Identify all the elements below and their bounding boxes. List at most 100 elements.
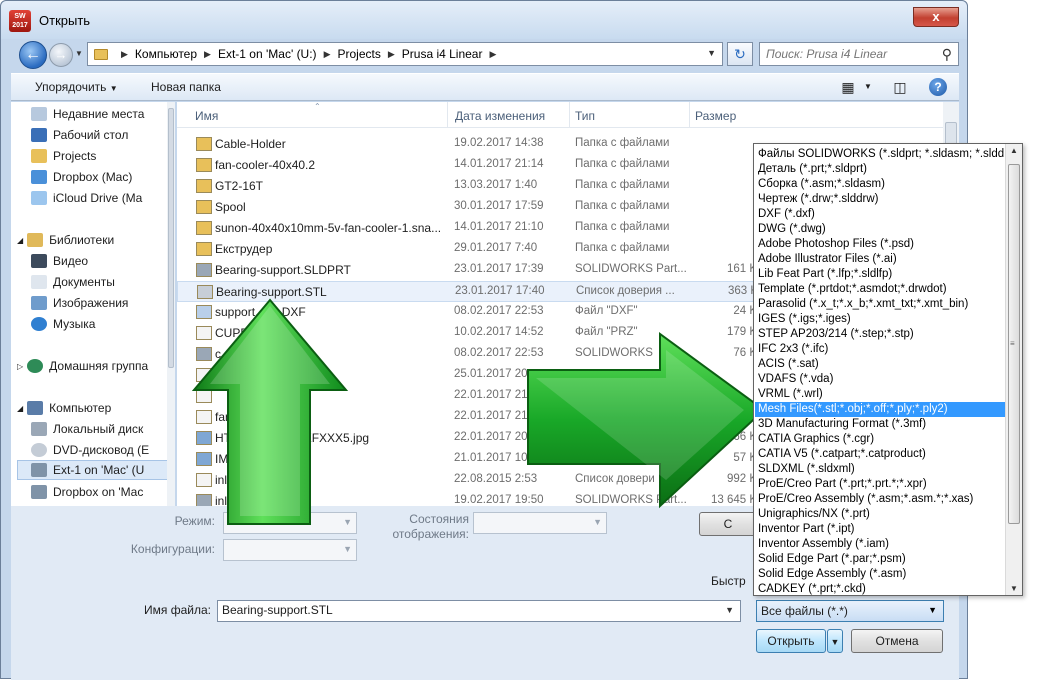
sidebar-item-projects[interactable]: Projects (31, 146, 174, 166)
filetype-option[interactable]: Inventor Assembly (*.iam) (758, 537, 1004, 552)
search-input[interactable] (764, 45, 932, 63)
breadcrumb-item[interactable]: Projects (337, 47, 380, 61)
search-box[interactable]: ⚲ (759, 42, 959, 66)
cancel-button[interactable]: Отмена (851, 629, 943, 653)
filetype-option[interactable]: Unigraphics/NX (*.prt) (758, 507, 1004, 522)
scroll-up-icon[interactable]: ▲ (1010, 146, 1018, 155)
sidebar-item-desktop[interactable]: Рабочий стол (31, 125, 174, 145)
scroll-down-icon[interactable]: ▼ (1010, 584, 1018, 593)
new-folder-button[interactable]: Новая папка (151, 80, 221, 94)
sidebar-item-libraries[interactable]: ◢ Библиотеки (17, 230, 174, 250)
filetype-option[interactable]: Lib Feat Part (*.lfp;*.sldlfp) (758, 267, 1004, 282)
filetype-option[interactable]: SLDXML (*.sldxml) (758, 462, 1004, 477)
sidebar-item-ext1[interactable]: Ext-1 on 'Mac' (U (17, 460, 174, 480)
chevron-right-icon[interactable]: ▶ (121, 49, 128, 60)
chevron-right-icon[interactable]: ▶ (324, 49, 331, 60)
filetype-option[interactable]: CATIA Graphics (*.cgr) (758, 432, 1004, 447)
sidebar-item-dvd[interactable]: DVD-дисковод (E (31, 440, 174, 460)
column-divider[interactable] (569, 102, 570, 128)
filetype-option[interactable]: ACIS (*.sat) (758, 357, 1004, 372)
column-header-type[interactable]: Тип (575, 109, 595, 123)
sidebar-item-documents[interactable]: Документы (31, 272, 174, 292)
search-icon[interactable]: ⚲ (942, 46, 952, 63)
column-divider[interactable] (689, 102, 690, 128)
filetype-option[interactable]: Чертеж (*.drw;*.slddrw) (758, 192, 1004, 207)
address-bar[interactable]: ▶ Компьютер ▶ Ext-1 on 'Mac' (U:) ▶ Proj… (87, 42, 723, 66)
filetype-dropdown-list[interactable]: Файлы SOLIDWORKS (*.sldprt; *.sldasm; *.… (753, 143, 1023, 596)
expand-icon[interactable]: ▷ (17, 362, 23, 371)
filetype-option[interactable]: 3D Manufacturing Format (*.3mf) (758, 417, 1004, 432)
chevron-right-icon[interactable]: ▶ (204, 49, 211, 60)
filetype-option[interactable]: Adobe Photoshop Files (*.psd) (758, 237, 1004, 252)
filetype-option[interactable]: CATIA V5 (*.catpart;*.catproduct) (758, 447, 1004, 462)
open-button[interactable]: Открыть (756, 629, 826, 653)
sidebar-item-icloud[interactable]: iCloud Drive (Ma (31, 188, 174, 208)
file-type: Файл "DXF" (575, 305, 638, 317)
scrollbar-thumb[interactable] (168, 108, 174, 368)
sidebar-item-recent[interactable]: Недавние места (31, 104, 174, 124)
chevron-right-icon[interactable]: ▶ (388, 49, 395, 60)
sidebar-scrollbar[interactable] (167, 102, 175, 506)
sidebar-item-music[interactable]: Музыка (31, 314, 174, 334)
organize-button[interactable]: Упорядочить ▼ (35, 80, 118, 94)
history-dropdown-icon[interactable]: ▼ (75, 49, 83, 58)
view-mode-icon[interactable]: ▦ (839, 78, 857, 96)
help-icon[interactable]: ? (929, 78, 947, 96)
filetype-option[interactable]: Template (*.prtdot;*.asmdot;*.drwdot) (758, 282, 1004, 297)
chevron-down-icon[interactable]: ▼ (928, 605, 937, 615)
pictures-library-icon (31, 296, 47, 310)
column-header-date[interactable]: Дата изменения (455, 109, 545, 123)
close-button[interactable]: x (913, 7, 959, 27)
filetype-option[interactable]: VDAFS (*.vda) (758, 372, 1004, 387)
breadcrumb-item[interactable]: Компьютер (135, 47, 197, 61)
dropdown-scrollbar[interactable]: ▲ ≡ ▼ (1005, 144, 1022, 595)
filetype-option[interactable]: Solid Edge Assembly (*.asm) (758, 567, 1004, 582)
sidebar-item-video[interactable]: Видео (31, 251, 174, 271)
sidebar-item-local-disk[interactable]: Локальный диск (31, 419, 174, 439)
address-dropdown-icon[interactable]: ▼ (707, 48, 716, 58)
expand-icon[interactable]: ◢ (17, 404, 23, 413)
filetype-option[interactable]: Файлы SOLIDWORKS (*.sldprt; *.sldasm; *.… (758, 147, 1004, 162)
navigation-pane: Недавние места Рабочий стол Projects Dro… (11, 102, 175, 506)
forward-button[interactable]: → (49, 43, 73, 67)
sidebar-item-dropbox[interactable]: Dropbox (Mac) (31, 167, 174, 187)
column-divider[interactable] (447, 102, 448, 128)
sidebar-item-homegroup[interactable]: ▷ Домашняя группа (17, 356, 174, 376)
filetype-option[interactable]: ProE/Creo Part (*.prt;*.prt.*;*.xpr) (758, 477, 1004, 492)
sidebar-item-computer[interactable]: ◢ Компьютер (17, 398, 174, 418)
filetype-option[interactable]: VRML (*.wrl) (758, 387, 1004, 402)
filetype-option[interactable]: Solid Edge Part (*.par;*.psm) (758, 552, 1004, 567)
filetype-option[interactable]: Деталь (*.prt;*.sldprt) (758, 162, 1004, 177)
column-header-size[interactable]: Размер (695, 109, 736, 123)
breadcrumb-item[interactable]: Ext-1 on 'Mac' (U:) (218, 47, 317, 61)
breadcrumb-item[interactable]: Prusa i4 Linear (402, 47, 483, 61)
filetype-option[interactable]: ProE/Creo Assembly (*.asm;*.asm.*;*.xas) (758, 492, 1004, 507)
filetype-option[interactable]: CADKEY (*.prt;*.ckd) (758, 582, 1004, 595)
file-date: 23.01.2017 17:39 (454, 263, 544, 275)
preview-pane-icon[interactable]: ◫ (891, 78, 909, 96)
filetype-option[interactable]: Inventor Part (*.ipt) (758, 522, 1004, 537)
filetype-option[interactable]: Mesh Files(*.stl;*.obj;*.off;*.ply;*.ply… (755, 402, 1006, 417)
filetype-option[interactable]: IGES (*.igs;*.iges) (758, 312, 1004, 327)
navigation-bar: ← → ▼ ▶ Компьютер ▶ Ext-1 on 'Mac' (U:) … (11, 39, 959, 71)
chevron-right-icon[interactable]: ▶ (489, 49, 496, 60)
filetype-option[interactable]: DXF (*.dxf) (758, 207, 1004, 222)
open-options-button[interactable]: ▼ (827, 629, 843, 653)
back-button[interactable]: ← (19, 41, 47, 69)
filetype-select[interactable]: Все файлы (*.*) ▼ (756, 600, 944, 622)
filetype-option[interactable]: IFC 2x3 (*.ifc) (758, 342, 1004, 357)
filetype-option[interactable]: STEP AP203/214 (*.step;*.stp) (758, 327, 1004, 342)
chevron-down-icon[interactable]: ▼ (725, 605, 734, 615)
filetype-option[interactable]: DWG (*.dwg) (758, 222, 1004, 237)
filetype-option[interactable]: Сборка (*.asm;*.sldasm) (758, 177, 1004, 192)
expand-icon[interactable]: ◢ (17, 236, 23, 245)
refresh-button[interactable]: ↻ (727, 42, 753, 66)
sidebar-item-dropbox-mac[interactable]: Dropbox on 'Mac (31, 482, 174, 502)
filename-input[interactable]: Bearing-support.STL ▼ (217, 600, 741, 622)
column-header-name[interactable]: Имя (195, 109, 218, 123)
sidebar-item-pictures[interactable]: Изображения (31, 293, 174, 313)
view-dropdown-icon[interactable]: ▼ (859, 78, 877, 96)
file-date: 14.01.2017 21:14 (454, 158, 544, 170)
filetype-option[interactable]: Parasolid (*.x_t;*.x_b;*.xmt_txt;*.xmt_b… (758, 297, 1004, 312)
filetype-option[interactable]: Adobe Illustrator Files (*.ai) (758, 252, 1004, 267)
